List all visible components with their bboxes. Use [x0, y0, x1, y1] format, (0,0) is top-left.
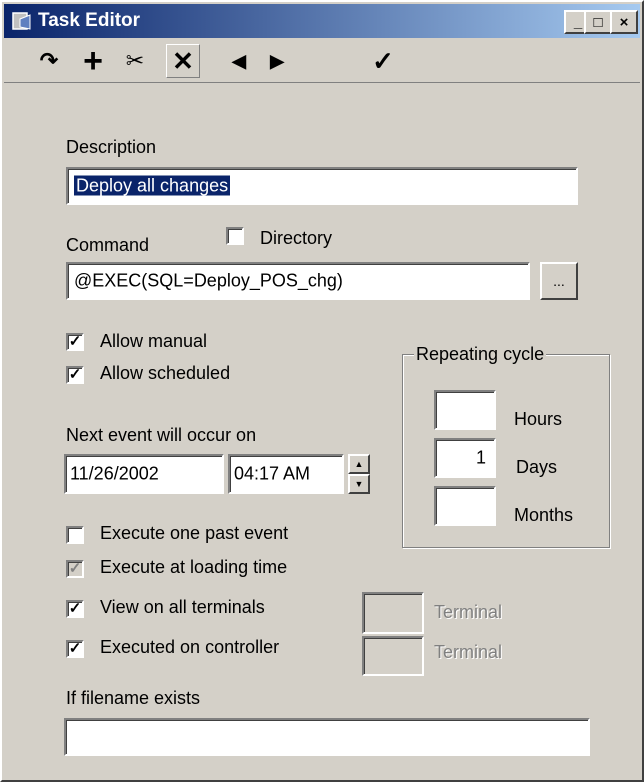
terminal-input-1[interactable] — [362, 592, 424, 634]
next-event-label: Next event will occur on — [66, 425, 257, 445]
maximize-button[interactable]: □ — [584, 10, 612, 34]
filename-input[interactable] — [64, 718, 590, 756]
execute-past-label: Execute one past event — [100, 523, 289, 543]
executed-controller-checkbox[interactable]: ✓ — [66, 640, 84, 658]
browse-label: ... — [553, 273, 565, 289]
filename-exists-label: If filename exists — [66, 688, 201, 708]
hours-label: Hours — [514, 409, 563, 429]
execute-past-checkbox[interactable] — [66, 526, 84, 544]
delete-icon: ✕ — [172, 45, 194, 76]
execute-loading-checkbox[interactable]: ✓ — [66, 560, 84, 578]
directory-label: Directory — [260, 228, 333, 248]
previous-button[interactable]: ◀ — [222, 44, 256, 78]
task-editor-window: Task Editor _ □ × ↷ + ✂ ✕ ◀ ▶ ✓ Descript… — [0, 0, 644, 782]
executed-controller-label: Executed on controller — [100, 637, 280, 657]
app-icon — [12, 12, 31, 30]
months-label: Months — [514, 505, 574, 525]
terminal-input-2[interactable] — [362, 636, 424, 676]
terminal-label-1: Terminal — [434, 602, 503, 622]
view-all-label: View on all terminals — [100, 597, 265, 617]
days-input[interactable]: 1 — [434, 438, 496, 478]
next-date-input[interactable]: 11/26/2002 — [64, 454, 224, 494]
allow-manual-checkbox[interactable]: ✓ — [66, 333, 84, 351]
spin-down-icon: ▼ — [354, 479, 364, 489]
view-all-checkbox[interactable]: ✓ — [66, 600, 84, 618]
next-button[interactable]: ▶ — [260, 44, 294, 78]
arrow-right-icon: ▶ — [270, 50, 284, 71]
time-spin-up-button[interactable]: ▲ — [348, 454, 370, 474]
redo-button[interactable]: ↷ — [32, 44, 66, 78]
terminal-label-2: Terminal — [434, 642, 503, 662]
close-button[interactable]: × — [610, 10, 638, 34]
description-value: Deploy all changes — [74, 175, 231, 196]
close-icon: × — [619, 13, 629, 31]
command-input[interactable]: @EXEC(SQL=Deploy_POS_chg) — [66, 262, 530, 300]
days-label: Days — [516, 457, 558, 477]
allow-scheduled-checkbox[interactable]: ✓ — [66, 366, 84, 384]
next-time-value: 04:17 AM — [234, 463, 311, 484]
days-value: 1 — [475, 447, 486, 468]
next-date-value: 11/26/2002 — [70, 463, 159, 484]
next-time-input[interactable]: 04:17 AM — [228, 454, 344, 494]
browse-button[interactable]: ... — [540, 262, 578, 300]
hours-input[interactable] — [434, 390, 496, 430]
toolbar: ↷ + ✂ ✕ ◀ ▶ ✓ — [4, 40, 640, 83]
command-value: @EXEC(SQL=Deploy_POS_chg) — [74, 270, 343, 291]
time-spin-down-button[interactable]: ▼ — [348, 474, 370, 494]
spin-up-icon: ▲ — [354, 459, 364, 469]
add-icon: + — [83, 41, 103, 80]
delete-button[interactable]: ✕ — [166, 44, 200, 78]
cut-icon: ✂ — [125, 48, 145, 73]
checkmark-icon: ✓ — [372, 45, 394, 76]
repeating-cycle-label: Repeating cycle — [414, 344, 547, 365]
confirm-button[interactable]: ✓ — [366, 44, 400, 78]
description-label: Description — [66, 137, 157, 157]
directory-checkbox[interactable] — [226, 227, 244, 245]
window-title: Task Editor — [38, 10, 141, 31]
redo-icon: ↷ — [39, 48, 59, 73]
minimize-icon: _ — [573, 13, 583, 31]
cut-button[interactable]: ✂ — [118, 44, 152, 78]
allow-scheduled-label: Allow scheduled — [100, 363, 231, 383]
title-bar[interactable]: Task Editor _ □ × — [4, 4, 640, 38]
months-input[interactable] — [434, 486, 496, 526]
allow-manual-label: Allow manual — [100, 331, 208, 351]
execute-loading-label: Execute at loading time — [100, 557, 288, 577]
command-label: Command — [66, 235, 150, 255]
add-button[interactable]: + — [76, 41, 110, 80]
description-input[interactable]: Deploy all changes — [66, 167, 578, 205]
maximize-icon: □ — [593, 13, 603, 31]
arrow-left-icon: ◀ — [232, 50, 246, 71]
